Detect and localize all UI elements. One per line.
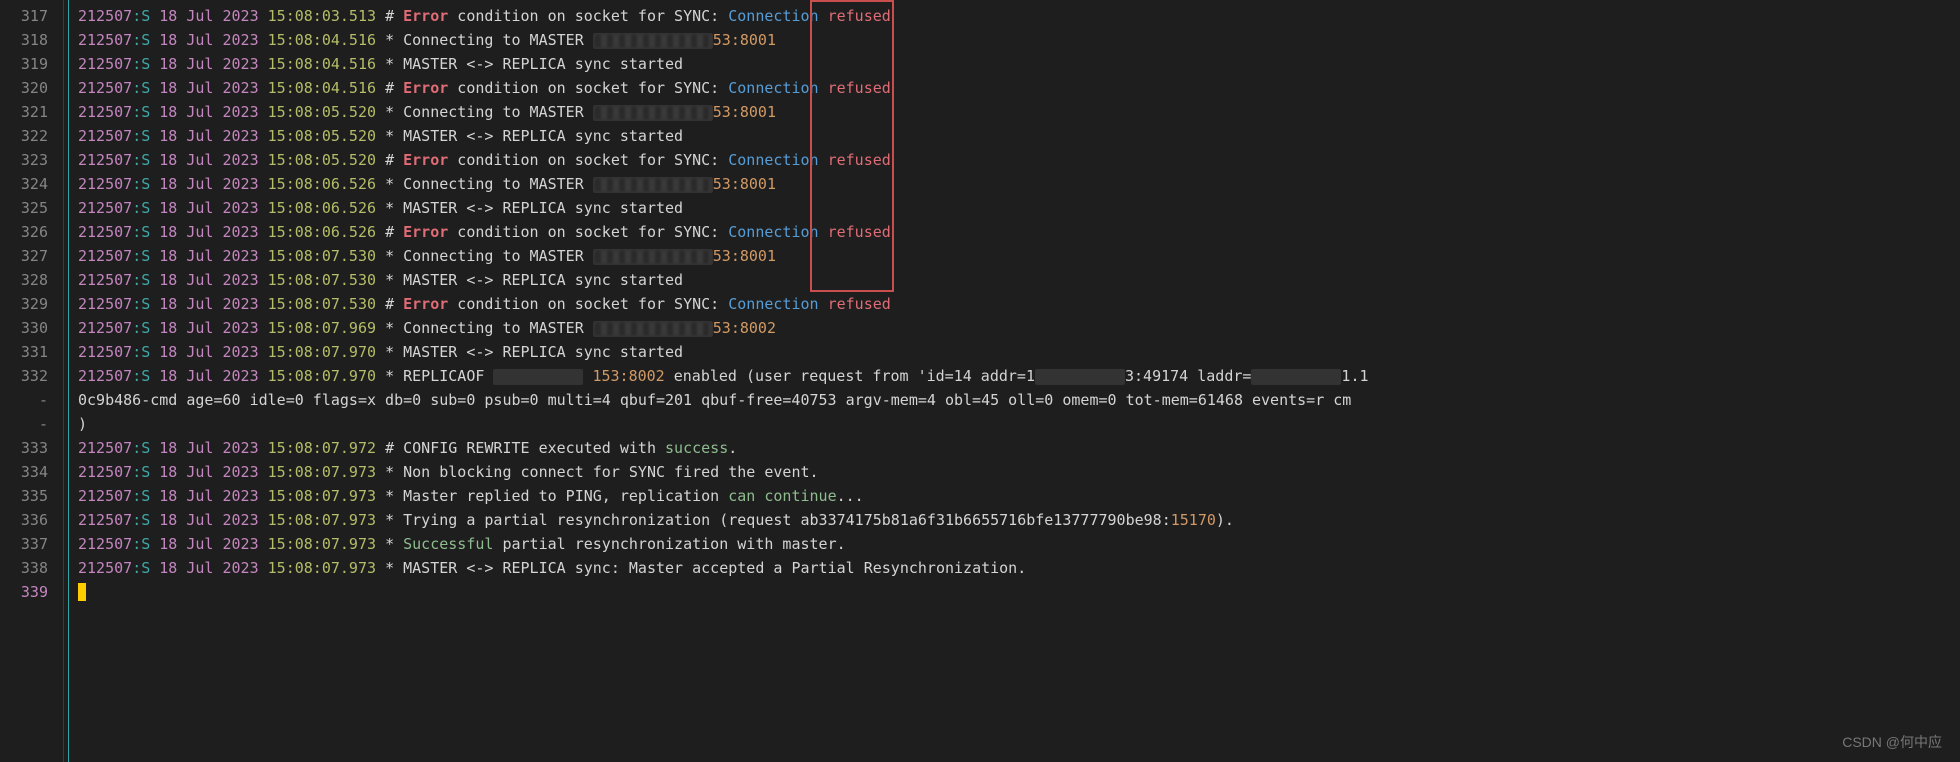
code-area[interactable]: 212507:S 18 Jul 2023 15:08:03.513 # Erro… xyxy=(78,4,1960,604)
log-line: 212507:S 18 Jul 2023 15:08:06.526 * MAST… xyxy=(78,196,1960,220)
line-number: 335 xyxy=(0,484,58,508)
log-line: 212507:S 18 Jul 2023 15:08:07.530 # Erro… xyxy=(78,292,1960,316)
line-number: 323 xyxy=(0,148,58,172)
code-editor[interactable]: 3173183193203213223233243253263273283293… xyxy=(0,0,1960,762)
redacted-ip xyxy=(1251,369,1341,385)
line-number: 330 xyxy=(0,316,58,340)
line-number: 333 xyxy=(0,436,58,460)
line-number: 326 xyxy=(0,220,58,244)
redacted-ip xyxy=(593,177,713,193)
redacted-ip xyxy=(593,321,713,337)
bracket-guide xyxy=(68,0,69,762)
log-line: 212507:S 18 Jul 2023 15:08:04.516 # Erro… xyxy=(78,76,1960,100)
log-line: 212507:S 18 Jul 2023 15:08:04.516 * Conn… xyxy=(78,28,1960,52)
log-line: ) xyxy=(78,412,1960,436)
log-line: 212507:S 18 Jul 2023 15:08:07.973 * Mast… xyxy=(78,484,1960,508)
line-number: - xyxy=(0,388,58,412)
line-number-gutter: 3173183193203213223233243253263273283293… xyxy=(0,0,58,604)
redacted-ip xyxy=(593,33,713,49)
log-line: 212507:S 18 Jul 2023 15:08:07.530 * MAST… xyxy=(78,268,1960,292)
line-number: 319 xyxy=(0,52,58,76)
line-number: 320 xyxy=(0,76,58,100)
line-number: 331 xyxy=(0,340,58,364)
redacted-ip xyxy=(593,105,713,121)
log-line: 212507:S 18 Jul 2023 15:08:07.973 * MAST… xyxy=(78,556,1960,580)
watermark-text: CSDN @何中应 xyxy=(1842,730,1942,754)
line-number: 337 xyxy=(0,532,58,556)
log-line: 212507:S 18 Jul 2023 15:08:06.526 * Conn… xyxy=(78,172,1960,196)
line-number: 328 xyxy=(0,268,58,292)
line-number: 321 xyxy=(0,100,58,124)
line-number: 324 xyxy=(0,172,58,196)
log-line: 212507:S 18 Jul 2023 15:08:07.970 * MAST… xyxy=(78,340,1960,364)
log-line xyxy=(78,580,1960,604)
redacted-ip xyxy=(593,249,713,265)
redacted-ip xyxy=(493,369,583,385)
redacted-ip xyxy=(1035,369,1125,385)
log-line: 212507:S 18 Jul 2023 15:08:06.526 # Erro… xyxy=(78,220,1960,244)
line-number: 334 xyxy=(0,460,58,484)
log-line: 212507:S 18 Jul 2023 15:08:07.973 * Non … xyxy=(78,460,1960,484)
log-line: 212507:S 18 Jul 2023 15:08:03.513 # Erro… xyxy=(78,4,1960,28)
line-number: 325 xyxy=(0,196,58,220)
gutter-separator xyxy=(63,0,64,762)
log-line: 212507:S 18 Jul 2023 15:08:07.973 * Succ… xyxy=(78,532,1960,556)
line-number: - xyxy=(0,412,58,436)
log-line: 212507:S 18 Jul 2023 15:08:07.972 # CONF… xyxy=(78,436,1960,460)
log-line: 212507:S 18 Jul 2023 15:08:05.520 # Erro… xyxy=(78,148,1960,172)
log-line: 212507:S 18 Jul 2023 15:08:07.530 * Conn… xyxy=(78,244,1960,268)
log-line: 212507:S 18 Jul 2023 15:08:07.973 * Tryi… xyxy=(78,508,1960,532)
line-number: 332 xyxy=(0,364,58,388)
line-number: 336 xyxy=(0,508,58,532)
line-number: 339 xyxy=(0,580,58,604)
log-line: 212507:S 18 Jul 2023 15:08:07.970 * REPL… xyxy=(78,364,1960,388)
line-number: 317 xyxy=(0,4,58,28)
log-line: 212507:S 18 Jul 2023 15:08:07.969 * Conn… xyxy=(78,316,1960,340)
line-number: 322 xyxy=(0,124,58,148)
log-line: 212507:S 18 Jul 2023 15:08:05.520 * MAST… xyxy=(78,124,1960,148)
log-line: 212507:S 18 Jul 2023 15:08:04.516 * MAST… xyxy=(78,52,1960,76)
line-number: 318 xyxy=(0,28,58,52)
cursor xyxy=(78,583,86,601)
line-number: 327 xyxy=(0,244,58,268)
log-line: 0c9b486-cmd age=60 idle=0 flags=x db=0 s… xyxy=(78,388,1960,412)
line-number: 338 xyxy=(0,556,58,580)
log-line: 212507:S 18 Jul 2023 15:08:05.520 * Conn… xyxy=(78,100,1960,124)
line-number: 329 xyxy=(0,292,58,316)
